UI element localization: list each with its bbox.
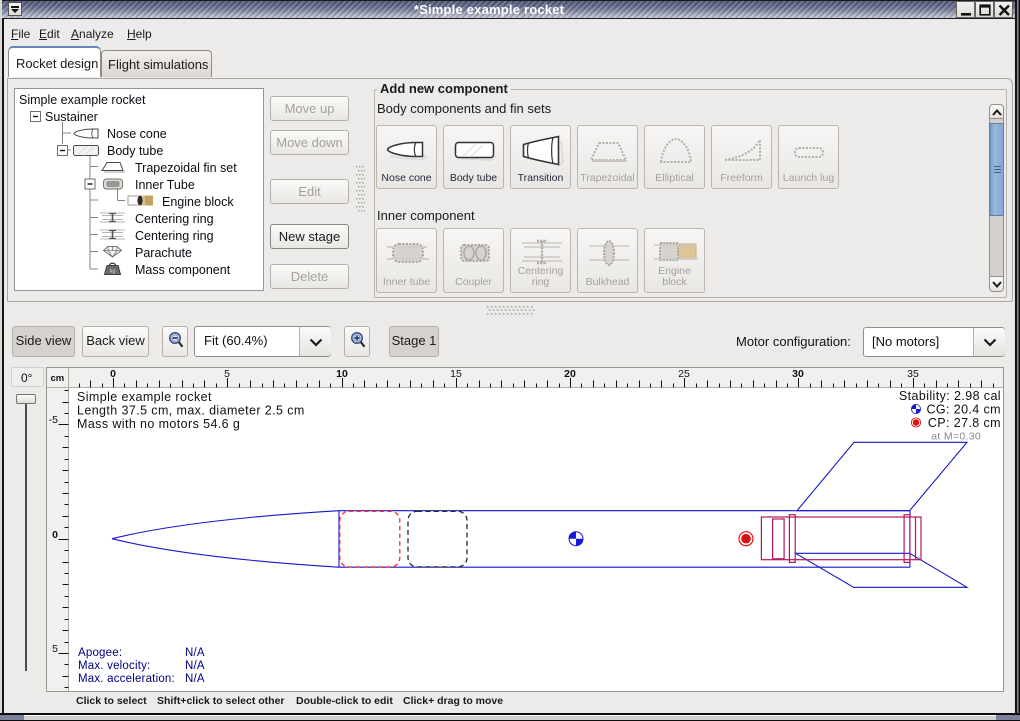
- svg-text:N/A: N/A: [185, 647, 205, 659]
- svg-text:N/A: N/A: [185, 673, 205, 685]
- svg-text:Max. velocity:: Max. velocity:: [78, 660, 150, 672]
- svg-text:20: 20: [564, 368, 576, 380]
- svg-text:CP: 27.8 cm: CP: 27.8 cm: [928, 416, 1001, 430]
- svg-text:Length 37.5 cm, max. diameter: Length 37.5 cm, max. diameter 2.5 cm: [77, 404, 305, 418]
- svg-text:kg: kg: [110, 269, 116, 275]
- svg-text:5: 5: [52, 643, 58, 655]
- svg-text:Max. acceleration:: Max. acceleration:: [78, 673, 175, 685]
- svg-text:30: 30: [792, 368, 804, 380]
- svg-text:cm: cm: [51, 373, 65, 384]
- svg-text:25: 25: [678, 368, 690, 380]
- svg-text:N/A: N/A: [185, 660, 205, 672]
- svg-text:35: 35: [907, 368, 919, 380]
- svg-text:Mass with no motors 54.6 g: Mass with no motors 54.6 g: [77, 417, 240, 431]
- svg-text:5: 5: [224, 368, 230, 380]
- svg-text:0: 0: [52, 529, 58, 541]
- svg-text:Simple example rocket: Simple example rocket: [77, 390, 212, 404]
- svg-text:Stability: 2.98 cal: Stability: 2.98 cal: [899, 389, 1001, 403]
- svg-text:10: 10: [336, 368, 348, 380]
- svg-text:0: 0: [110, 368, 116, 380]
- svg-text:CG: 20.4 cm: CG: 20.4 cm: [926, 403, 1001, 417]
- svg-text:-5: -5: [49, 414, 58, 426]
- svg-text:Apogee:: Apogee:: [78, 647, 122, 659]
- svg-text:15: 15: [450, 368, 462, 380]
- svg-text:at M=0.30: at M=0.30: [931, 431, 981, 443]
